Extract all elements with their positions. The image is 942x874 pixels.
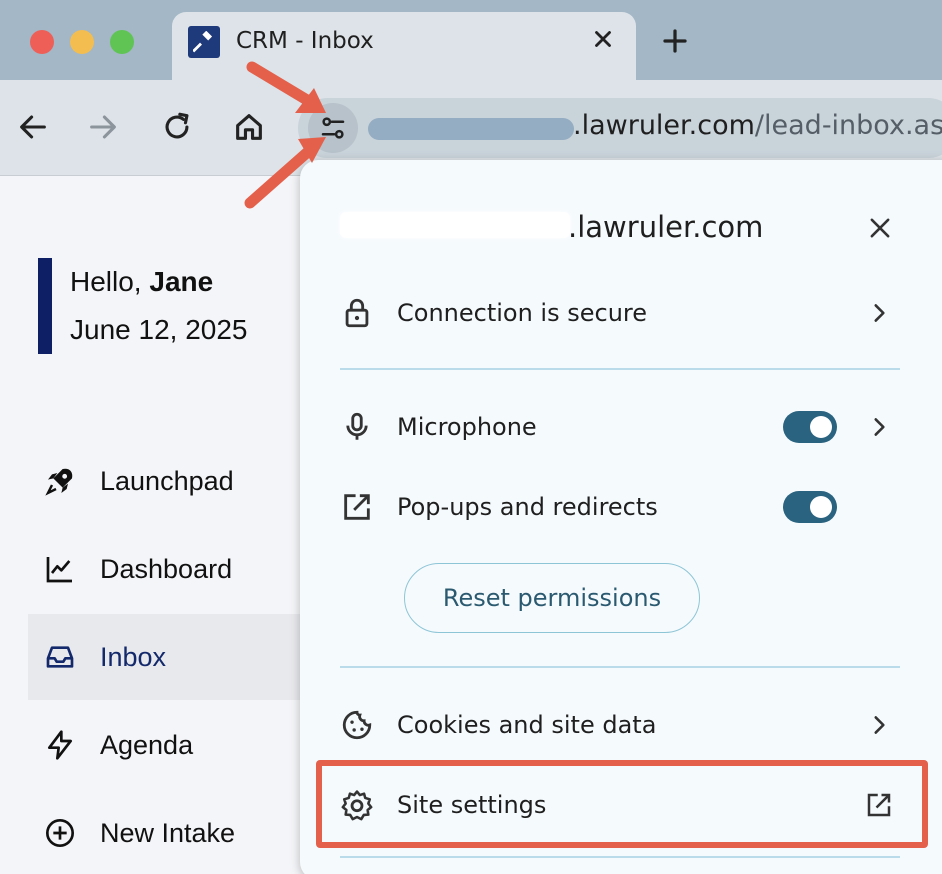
sidebar-item-dashboard[interactable]: Dashboard — [28, 526, 328, 612]
new-tab-icon[interactable] — [660, 26, 690, 56]
close-popup-icon[interactable] — [866, 214, 894, 242]
reload-icon[interactable] — [160, 110, 194, 144]
chevron-right-icon[interactable] — [866, 414, 892, 440]
url-text: .lawruler.com/lead-inbox.asp — [573, 110, 942, 141]
sidebar-item-agenda[interactable]: Agenda — [28, 702, 328, 788]
divider — [340, 856, 900, 858]
connection-secure-row[interactable]: Connection is secure — [336, 285, 900, 341]
sidebar-item-new-intake[interactable]: New Intake — [28, 790, 328, 874]
tab-strip: CRM - Inbox — [0, 0, 942, 82]
reset-permissions-button[interactable]: Reset permissions — [404, 563, 700, 633]
greeting-accent-bar — [38, 258, 52, 354]
greeting: Hello, Jane — [70, 266, 214, 297]
popup-domain: .lawruler.com — [568, 210, 764, 244]
plus-circle-icon — [46, 819, 74, 847]
sidebar-item-launchpad[interactable]: Launchpad — [28, 438, 328, 524]
popups-toggle[interactable] — [783, 491, 837, 523]
chevron-right-icon — [874, 716, 885, 734]
close-tab-icon[interactable] — [590, 26, 616, 52]
cookie-icon — [342, 710, 372, 740]
chart-line-icon — [46, 557, 72, 583]
sidebar-item-inbox[interactable]: Inbox — [28, 614, 328, 700]
window-zoom-button[interactable] — [110, 30, 134, 54]
greeting-date: June 12, 2025 — [70, 314, 248, 345]
forward-icon[interactable] — [86, 110, 120, 144]
redacted-subdomain — [368, 118, 574, 140]
window-close-button[interactable] — [30, 30, 54, 54]
gavel-icon — [188, 26, 220, 58]
address-bar[interactable]: .lawruler.com/lead-inbox.asp — [298, 98, 942, 158]
microphone-toggle[interactable] — [783, 411, 837, 443]
lock-icon — [345, 298, 369, 328]
external-link-icon — [344, 494, 370, 520]
tab-title: CRM - Inbox — [236, 28, 374, 54]
cookies-row[interactable]: Cookies and site data — [336, 697, 900, 753]
lightning-icon — [48, 730, 72, 760]
window-minimize-button[interactable] — [70, 30, 94, 54]
site-settings-highlight — [316, 760, 928, 848]
divider — [340, 666, 900, 668]
redacted-subdomain — [340, 212, 570, 238]
annotation-arrow-icon — [244, 61, 326, 209]
microphone-icon — [346, 412, 368, 440]
popups-redirects-row[interactable]: Pop-ups and redirects — [336, 479, 900, 535]
rocket-icon — [45, 468, 73, 496]
divider — [340, 368, 900, 370]
microphone-row[interactable]: Microphone — [336, 399, 900, 455]
back-icon[interactable] — [16, 110, 50, 144]
chevron-right-icon — [874, 304, 885, 322]
inbox-icon — [46, 646, 74, 668]
